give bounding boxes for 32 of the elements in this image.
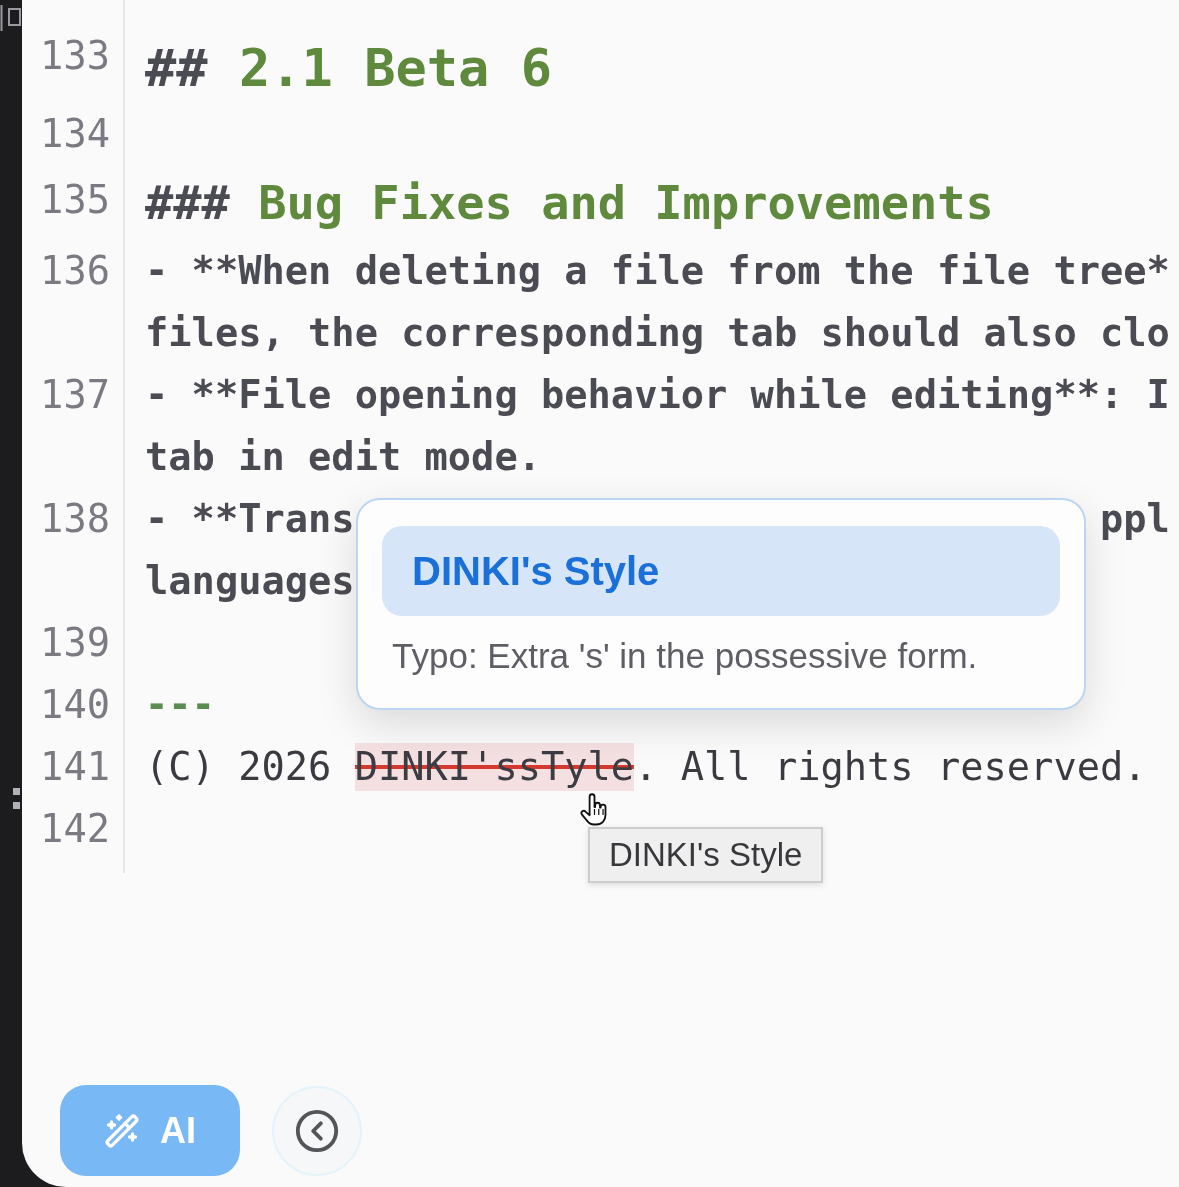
magic-wand-icon bbox=[104, 1112, 140, 1149]
code-text: - **When deleting a file from the file tree* bbox=[145, 247, 1170, 295]
line-number: 141 bbox=[40, 743, 110, 791]
ai-button[interactable]: AI bbox=[60, 1085, 240, 1176]
heading-text: Bug Fixes and Improvements bbox=[258, 174, 994, 232]
panel-icon[interactable] bbox=[0, 5, 22, 31]
tooltip: DINKI's Style bbox=[588, 827, 824, 883]
drag-handle-icon[interactable] bbox=[13, 788, 20, 809]
heading-marker: ## bbox=[145, 37, 208, 100]
code-text: - **Trans bbox=[145, 495, 355, 543]
code-text: tab in edit mode. bbox=[145, 433, 541, 481]
code-text: files, the corresponding tab should also clo bbox=[145, 309, 1170, 357]
line-number: 139 bbox=[40, 619, 110, 667]
code-text: - **File opening behavior while editing**: I bbox=[145, 371, 1170, 419]
code-text: . All rights reserved. bbox=[634, 744, 1147, 790]
line-number: 134 bbox=[40, 110, 110, 158]
code-text: ppl bbox=[1099, 495, 1170, 543]
horizontal-rule-markup: --- bbox=[145, 681, 215, 729]
typo-explanation: Typo: Extra 's' in the possessive form. bbox=[392, 635, 978, 677]
line-number: 135 bbox=[40, 176, 110, 224]
heading-marker: ### bbox=[145, 174, 230, 232]
code-text: languages bbox=[145, 557, 355, 605]
line-number: 136 bbox=[40, 247, 110, 295]
heading-text: 2.1 Beta 6 bbox=[238, 37, 552, 100]
suggestion-option[interactable]: DINKI's Style bbox=[382, 526, 1060, 616]
line-number: 140 bbox=[40, 681, 110, 729]
line-number: 142 bbox=[40, 805, 110, 853]
line-number: 137 bbox=[40, 371, 110, 419]
line-number: 138 bbox=[40, 495, 110, 543]
line-number: 133 bbox=[40, 33, 110, 79]
code-text: (C) 2026 bbox=[145, 744, 333, 790]
circle-chevron-left-icon bbox=[294, 1107, 340, 1154]
